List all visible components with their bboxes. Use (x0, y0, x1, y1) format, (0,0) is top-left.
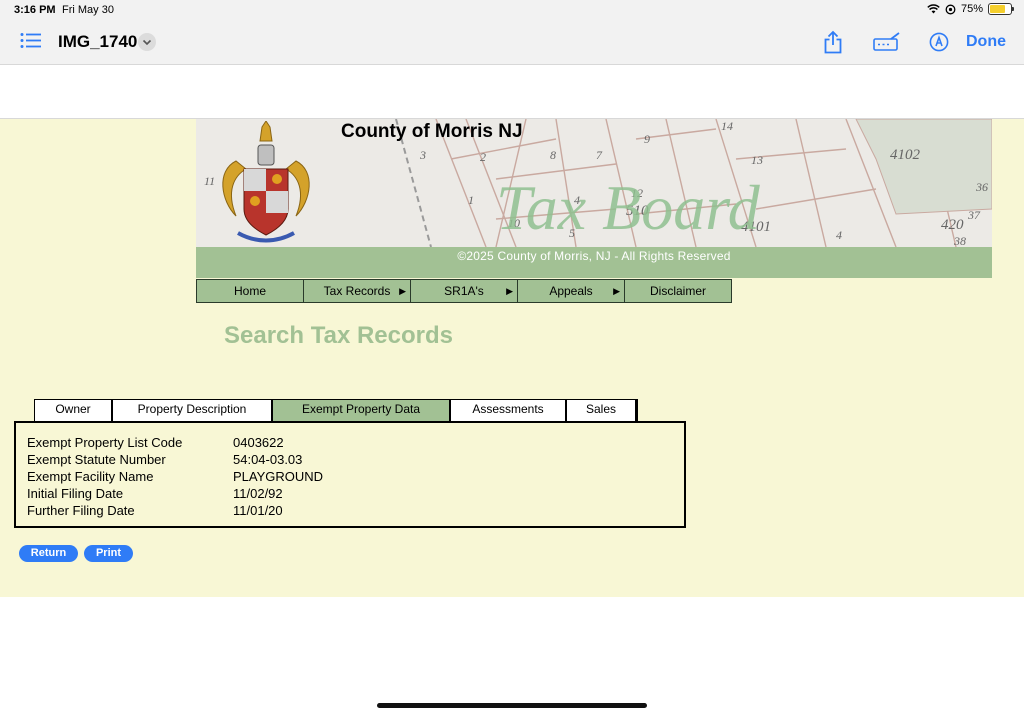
record-label: Exempt Property List Code (27, 435, 183, 450)
battery-icon (988, 3, 1014, 15)
record-row: Exempt Statute Number 54:04-03.03 (27, 451, 323, 468)
submenu-arrow-icon: ▶ (613, 286, 620, 296)
map-parcel-label: 8 (550, 148, 556, 162)
record-value: 54:04-03.03 (233, 452, 303, 467)
map-parcel-label: 36 (975, 180, 988, 194)
nav-item-label: Appeals (549, 284, 593, 298)
page-top-margin (0, 65, 1024, 119)
nav-item-tax-records[interactable]: Tax Records ▶ (303, 279, 411, 303)
tab-property-description[interactable]: Property Description (112, 399, 272, 421)
tab-exempt-property-data[interactable]: Exempt Property Data (272, 399, 450, 421)
map-parcel-label: 1 (468, 193, 474, 207)
copyright-bar: ©2025 County of Morris, NJ - All Rights … (196, 247, 992, 278)
record-row: Exempt Facility Name PLAYGROUND (27, 468, 323, 485)
submenu-arrow-icon: ▶ (399, 286, 406, 296)
map-parcel-label: 7 (596, 148, 603, 162)
record-value: 0403622 (233, 435, 284, 450)
record-label: Exempt Facility Name (27, 469, 154, 484)
copyright-text: ©2025 County of Morris, NJ - All Rights … (457, 249, 731, 263)
map-parcel-label: 2 (480, 150, 486, 164)
map-parcel-label: 420 (941, 217, 964, 233)
main-nav: Home Tax Records ▶ SR1A's ▶ Appeals ▶ Disclaime… (196, 279, 732, 303)
record-row: Further Filing Date 11/01/20 (27, 502, 323, 519)
status-indicators: 75% (927, 3, 1014, 15)
nav-item-label: Tax Records (323, 284, 391, 298)
tab-sales[interactable]: Sales (566, 399, 636, 421)
battery-fill (990, 5, 1005, 13)
map-parcel-label: 14 (721, 119, 733, 133)
map-parcel-label: 3 (419, 148, 426, 162)
markup-icon[interactable] (873, 32, 901, 52)
map-parcel-label: 9 (644, 132, 650, 146)
status-date: Fri May 30 (62, 4, 114, 16)
county-title: County of Morris NJ (341, 121, 523, 142)
viewer-toolbar: IMG_1740 Done (0, 22, 1024, 65)
county-seal-logo (222, 121, 310, 243)
map-parcel-label: 13 (751, 153, 763, 167)
print-button[interactable]: Print (84, 545, 133, 562)
record-label: Further Filing Date (27, 503, 135, 518)
record-label: Exempt Statute Number (27, 452, 166, 467)
map-parcel-label: 11 (204, 174, 215, 188)
record-value: 11/02/92 (233, 486, 283, 501)
nav-item-home[interactable]: Home (196, 279, 304, 303)
map-parcel-label: 4 (836, 228, 842, 242)
done-button[interactable]: Done (966, 33, 1006, 51)
record-row: Initial Filing Date 11/02/92 (27, 485, 323, 502)
nav-item-sr1a-s[interactable]: SR1A's ▶ (410, 279, 518, 303)
nav-item-label: SR1A's (444, 284, 484, 298)
orientation-lock-icon (945, 4, 956, 14)
record-row: Exempt Property List Code 0403622 (27, 434, 323, 451)
tab-owner[interactable]: Owner (34, 399, 112, 421)
nav-item-disclaimer[interactable]: Disclaimer (624, 279, 732, 303)
nav-item-label: Home (233, 284, 266, 298)
return-button[interactable]: Return (19, 545, 78, 562)
status-time: 3:16 PM (14, 4, 56, 16)
tab-assessments[interactable]: Assessments (450, 399, 566, 421)
header-banner: 14 9 3 2 8 7 1 4 11 10 13 12 510 5 4101 4102 36 37 38 420 4 … (196, 119, 992, 247)
record-value: 11/01/20 (233, 503, 283, 518)
map-parcel-label: 4102 (890, 147, 921, 163)
status-bar: 3:16 PM Fri May 30 75% (0, 0, 1024, 22)
document-title[interactable]: IMG_1740 (58, 32, 137, 52)
record-label: Initial Filing Date (27, 486, 124, 501)
pen-icon[interactable] (929, 32, 949, 52)
battery-percent: 75% (960, 3, 983, 15)
share-icon[interactable] (823, 30, 843, 54)
record-value: PLAYGROUND (233, 469, 324, 484)
record-rows: Exempt Property List Code 0403622 Exempt S… (27, 434, 323, 519)
submenu-arrow-icon: ▶ (506, 286, 513, 296)
nav-item-label: Disclaimer (649, 284, 706, 298)
nav-item-appeals[interactable]: Appeals ▶ (517, 279, 625, 303)
wifi-icon (927, 4, 940, 14)
exempt-property-panel: Exempt Property List Code 0403622 Exempt S… (14, 421, 686, 528)
map-parcel-label: 37 (967, 208, 981, 222)
chevron-down-icon[interactable] (138, 33, 156, 51)
map-parcel-label: 38 (953, 234, 966, 247)
tax-board-script-title: Tax Board (496, 172, 761, 243)
page-title: Search Tax Records (224, 322, 453, 349)
list-icon[interactable] (20, 32, 41, 49)
tax-board-page: 14 9 3 2 8 7 1 4 11 10 13 12 510 5 4101 4102 36 37 38 420 4 … (0, 119, 1024, 597)
home-indicator[interactable] (377, 703, 647, 708)
